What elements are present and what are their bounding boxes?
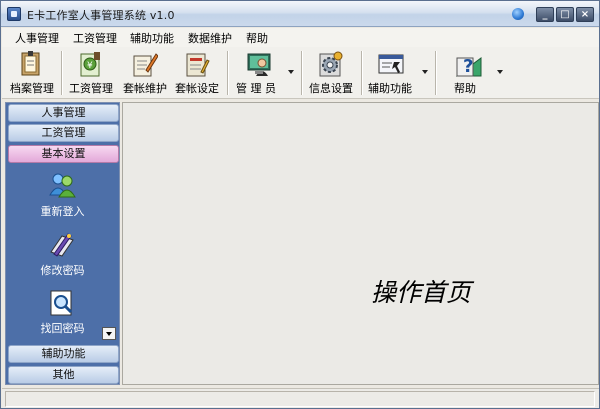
svg-text:¥: ¥: [87, 61, 93, 71]
toolbar-help-button[interactable]: ? 帮助: [440, 47, 506, 99]
salary-icon: ¥: [80, 52, 100, 77]
sidebar-item-relogin[interactable]: 重新登入: [6, 171, 119, 219]
tools-icon: [378, 54, 404, 74]
sidebar-scroll-down-button[interactable]: [102, 327, 116, 340]
status-bar: [2, 388, 599, 408]
administrator-icon: [247, 53, 271, 76]
title-bar[interactable]: E卡工作室人事管理系统 v1.0 _ □ ×: [1, 1, 599, 27]
toolbar-auxiliary-button[interactable]: 辅助功能: [365, 47, 431, 99]
menu-auxiliary[interactable]: 辅助功能: [130, 30, 174, 46]
toolbar-label: 管 理 员: [236, 82, 276, 95]
help-icon: ?: [456, 56, 482, 77]
chevron-down-icon[interactable]: [288, 70, 294, 74]
edit-password-icon: [50, 233, 74, 257]
users-login-icon: [49, 173, 76, 198]
sidebar-group-basic-settings[interactable]: 基本设置: [8, 145, 119, 163]
menu-bar: 人事管理 工资管理 辅助功能 数据维护 帮助: [2, 28, 599, 47]
sidebar-group-other[interactable]: 其他: [8, 366, 119, 384]
sidebar-item-label: 修改密码: [40, 264, 85, 277]
toolbar-label: 档案管理: [10, 82, 54, 95]
toolbar-label: 套帐维护: [123, 82, 167, 95]
svg-text:?: ?: [463, 56, 473, 77]
toolbar-salary-button[interactable]: ¥ 工资管理: [65, 47, 117, 99]
menu-help[interactable]: 帮助: [246, 30, 268, 46]
toolbar-label: 信息设置: [309, 82, 353, 95]
window-title: E卡工作室人事管理系统 v1.0: [27, 9, 175, 22]
search-password-icon: [50, 290, 73, 316]
menu-salary[interactable]: 工资管理: [73, 30, 117, 46]
sidebar-group-personnel[interactable]: 人事管理: [8, 104, 119, 122]
chevron-down-icon[interactable]: [422, 70, 428, 74]
toolbar-account-maintenance-button[interactable]: 套帐维护: [119, 47, 171, 99]
toolbar-separator: [301, 51, 303, 95]
sidebar-item-label: 重新登入: [40, 205, 85, 218]
status-pane: [5, 391, 595, 407]
sidebar-group-salary[interactable]: 工资管理: [8, 124, 119, 142]
toolbar-info-settings-button[interactable]: 信息设置: [305, 47, 357, 99]
book-edit-icon: [133, 53, 158, 77]
toolbar: 档案管理 ¥ 工资管理 套帐维护 套帐设定 管 理 员 信息设置 辅助功能 ? …: [2, 47, 599, 99]
maximize-button[interactable]: □: [556, 7, 574, 22]
menu-data-maintenance[interactable]: 数据维护: [188, 30, 232, 46]
main-content: 操作首页: [122, 102, 599, 385]
page-title: 操作首页: [371, 278, 472, 307]
skin-icon[interactable]: [511, 6, 525, 22]
chevron-down-icon[interactable]: [497, 70, 503, 74]
toolbar-label: 套帐设定: [175, 82, 219, 95]
toolbar-label: 帮助: [454, 82, 476, 95]
toolbar-label: 辅助功能: [368, 82, 412, 95]
book-settings-icon: [186, 53, 210, 77]
gear-icon: [319, 51, 343, 77]
file-folder-icon: [21, 51, 40, 76]
sidebar-item-change-password[interactable]: 修改密码: [6, 230, 119, 278]
close-button[interactable]: ×: [576, 7, 594, 22]
minimize-button[interactable]: _: [536, 7, 554, 22]
toolbar-administrator-button[interactable]: 管 理 员: [231, 47, 297, 99]
sidebar: 人事管理 工资管理 基本设置 重新登入 修改密码 找回密码 辅助功能 其他: [5, 102, 120, 385]
sidebar-group-auxiliary[interactable]: 辅助功能: [8, 345, 119, 363]
toolbar-account-settings-button[interactable]: 套帐设定: [171, 47, 223, 99]
app-window: E卡工作室人事管理系统 v1.0 _ □ × 人事管理 工资管理 辅助功能 数据…: [0, 0, 600, 409]
menu-personnel[interactable]: 人事管理: [15, 30, 59, 46]
toolbar-separator: [61, 51, 63, 95]
app-icon: [7, 7, 21, 21]
toolbar-label: 工资管理: [69, 82, 113, 95]
toolbar-file-management-button[interactable]: 档案管理: [6, 47, 58, 99]
